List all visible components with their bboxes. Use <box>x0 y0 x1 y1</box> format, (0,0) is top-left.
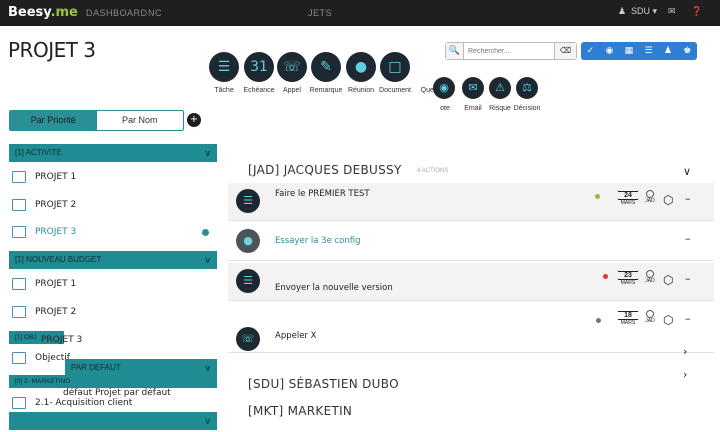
note-icon[interactable]: ✎ <box>311 52 341 82</box>
chevron-down-icon[interactable]: ∨ <box>204 412 211 430</box>
chevron-down-icon[interactable]: ∨ <box>683 165 691 178</box>
document-icon[interactable]: □ <box>380 52 410 82</box>
assignee: JAD <box>642 190 658 204</box>
search-box: 🔍 ⌫ <box>445 42 577 60</box>
tool-label-note: Remarque <box>309 87 343 94</box>
section-title[interactable]: [SDU] SÉBASTIEN DUBO <box>248 377 399 391</box>
user-icon <box>646 190 654 198</box>
user-menu[interactable]: SDU ▾ <box>631 6 657 17</box>
project-icon <box>12 306 26 318</box>
action-row[interactable]: ☰ Envoyer la nouvelle version 23 MARS JAD… <box>228 263 714 301</box>
minus-icon[interactable]: – <box>685 192 691 205</box>
nav-projets[interactable]: JETS <box>308 8 332 18</box>
group-header[interactable]: ∨ <box>9 412 217 430</box>
deadline-icon[interactable]: 31 <box>244 52 274 82</box>
action-title[interactable]: Faire le PREMIER TEST <box>275 189 370 199</box>
chevron-down-icon[interactable]: ∨ <box>204 144 211 162</box>
phone-icon[interactable]: ☏ <box>277 52 307 82</box>
eye-icon[interactable]: ◉ <box>605 46 613 56</box>
tool-label-task: Tâche <box>214 87 234 94</box>
search-input[interactable] <box>468 45 548 57</box>
camera-icon[interactable]: ◉ <box>433 77 455 99</box>
search-icon[interactable]: 🔍 <box>446 43 464 59</box>
project-icon <box>12 171 26 183</box>
check-icon[interactable]: ✓ <box>587 46 595 56</box>
risk-icon[interactable]: ⚠ <box>489 77 511 99</box>
view-toolbar: ✓ ◉ ▦ ☰ ♟ ♚ <box>581 42 697 60</box>
action-row[interactable]: ☏ Appeler X 18 MARS JAD ⬡ – <box>228 303 714 353</box>
email-icon[interactable]: ✉ <box>462 77 484 99</box>
active-dot <box>202 229 209 236</box>
project-icon <box>12 278 26 290</box>
eraser-icon[interactable]: ⌫ <box>554 43 576 59</box>
project-icon <box>12 199 26 211</box>
action-title[interactable]: Envoyer la nouvelle version <box>275 283 393 293</box>
group-header[interactable]: [1] NOUVEAU BUDGET ∨ <box>9 251 217 269</box>
meeting-icon[interactable]: ● <box>346 52 376 82</box>
nav-item[interactable]: NC <box>148 8 162 18</box>
action-title[interactable]: Appeler X <box>275 331 316 341</box>
due-date: 18 MARS <box>618 311 638 326</box>
group-header[interactable]: [1] ACTIVITE ∨ <box>9 144 217 162</box>
status-dot <box>596 318 601 323</box>
add-icon[interactable]: + <box>187 113 201 127</box>
project-icon <box>12 352 26 364</box>
task-icon: ☰ <box>236 189 260 213</box>
assignee: JAD <box>642 310 658 324</box>
chevron-down-icon[interactable]: ∨ <box>204 251 211 269</box>
idea-icon: ● <box>236 229 260 253</box>
mail-icon[interactable]: ✉ <box>668 6 676 17</box>
project-item[interactable]: PROJET 2 <box>9 299 217 325</box>
task-icon[interactable]: ☰ <box>209 52 239 82</box>
user-icon[interactable]: ♟ <box>664 46 672 56</box>
section-title[interactable]: [JAD] JACQUES DEBUSSY <box>248 163 402 177</box>
task-icon: ☰ <box>236 269 260 293</box>
user-icon[interactable]: ♟ <box>618 6 626 17</box>
project-icon <box>12 397 26 409</box>
phone-icon: ☏ <box>236 327 260 351</box>
app-logo[interactable]: Beesy.me <box>8 5 78 20</box>
project-item[interactable]: PROJET 1 <box>9 164 217 190</box>
section-title[interactable]: [MKT] MARKETIN <box>248 404 352 418</box>
hexagon-icon[interactable]: ⬡ <box>663 313 673 327</box>
sort-toggle: Par Priorité Par Nom <box>9 110 184 131</box>
user-icon <box>646 270 654 278</box>
action-row[interactable]: ☰ Faire le PREMIER TEST 24 MARS JAD ⬡ – <box>228 183 714 221</box>
chevron-right-icon[interactable]: › <box>683 368 687 381</box>
help-icon[interactable]: ❓ <box>691 6 702 17</box>
users-icon[interactable]: ♚ <box>683 46 691 56</box>
project-item[interactable]: PROJET 2 <box>9 192 217 218</box>
minus-icon[interactable]: – <box>685 232 691 245</box>
sliders-icon[interactable]: ☰ <box>644 46 652 56</box>
section-count: 4 ACTIONS <box>417 168 449 174</box>
project-item-active[interactable]: PROJET 3 <box>9 219 217 245</box>
sort-by-name[interactable]: Par Nom <box>97 111 184 130</box>
assignee: JAD <box>642 270 658 284</box>
chevron-right-icon[interactable]: › <box>683 345 687 358</box>
due-date: 23 MARS <box>618 271 638 286</box>
user-icon <box>646 310 654 318</box>
tool-label-decision: Décision <box>513 105 541 112</box>
decision-icon[interactable]: ⚖ <box>516 77 538 99</box>
status-dot <box>595 194 600 199</box>
top-bar: Beesy.me DASHBOARD NC JETS ♟ SDU ▾ ✉ ❓ <box>0 0 720 26</box>
sort-by-priority[interactable]: Par Priorité <box>10 111 97 130</box>
hexagon-icon[interactable]: ⬡ <box>663 193 673 207</box>
minus-icon[interactable]: – <box>685 312 691 325</box>
hexagon-icon[interactable]: ⬡ <box>663 273 673 287</box>
nav-dashboard[interactable]: DASHBOARD <box>86 8 148 18</box>
status-dot <box>603 274 608 279</box>
page-title: PROJET 3 <box>8 38 96 62</box>
minus-icon[interactable]: – <box>685 272 691 285</box>
hierarchy-icon[interactable]: ▦ <box>625 46 634 56</box>
due-date: 24 MARS <box>618 191 638 206</box>
project-icon <box>12 226 26 238</box>
action-title[interactable]: Essayer la 3e config <box>275 236 361 246</box>
project-item[interactable]: PROJET 1 <box>9 271 217 297</box>
action-row[interactable]: ● Essayer la 3e config – <box>228 223 714 261</box>
